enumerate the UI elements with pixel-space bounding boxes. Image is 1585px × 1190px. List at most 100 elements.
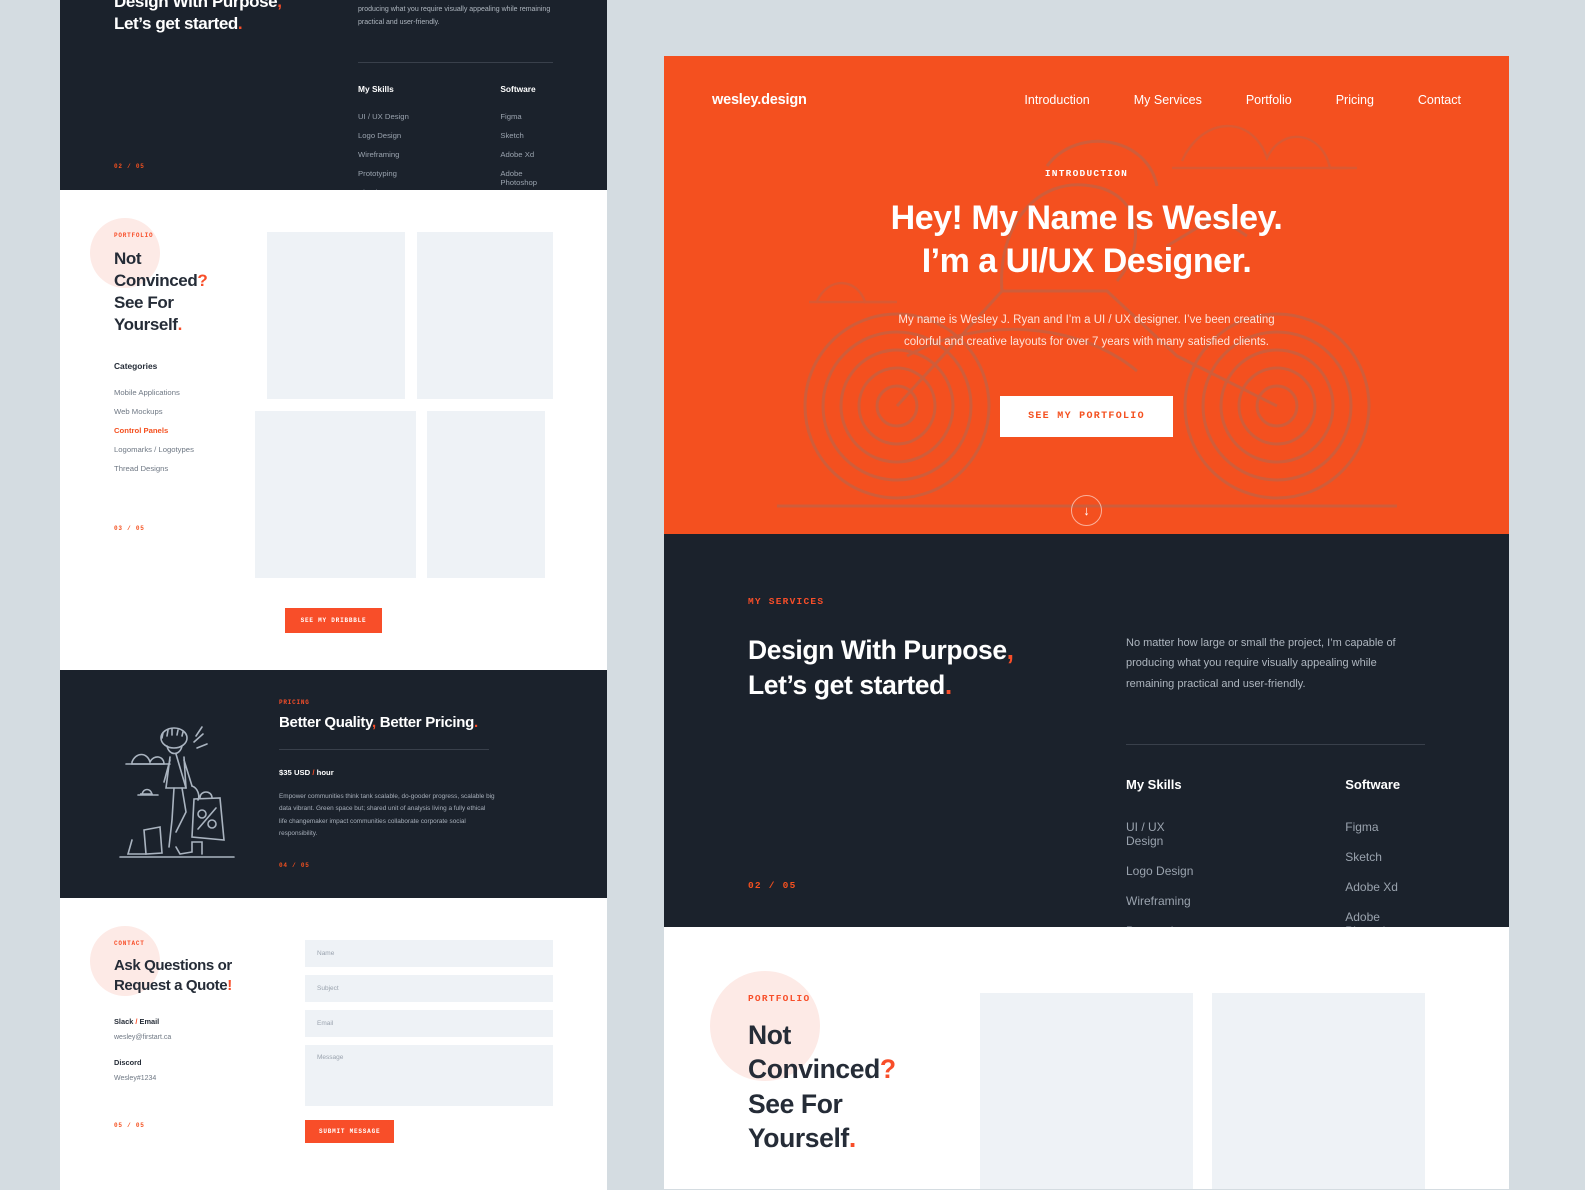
small-contact-eyebrow: CONTACT [114, 940, 145, 947]
slack-label: Slack [114, 1017, 134, 1026]
services-heading-line1: Design With Purpose [748, 635, 1007, 665]
small-contact-heading-line1: Ask Questions or [114, 957, 232, 974]
services-heading: Design With Purpose, Let’s get started. [748, 633, 1078, 703]
scroll-down-button[interactable]: ↓ [1071, 494, 1102, 526]
skill-item: Logo Design [1126, 864, 1194, 879]
hero-heading: Hey! My Name Is Wesley. I’m a UI/UX Desi… [712, 197, 1461, 282]
software-item: Adobe Xd [1345, 880, 1398, 895]
services-description: No matter how large or small the project… [1126, 637, 1396, 690]
services-divider [1126, 744, 1425, 746]
pricing-rate-unit: hour [316, 767, 334, 777]
small-category-item-web-mockups[interactable]: Web Mockups [114, 407, 236, 416]
services-counter: 02 / 05 [748, 880, 797, 891]
hero-heading-line2: I’m a UI/UX Designer. [921, 241, 1252, 280]
email-input-placeholder: Email [317, 1020, 334, 1027]
email-input[interactable]: Email [305, 1010, 553, 1037]
hero-paragraph-line2: colorful and creative layouts for over 7… [904, 335, 1269, 348]
message-textarea[interactable]: Message [305, 1045, 553, 1106]
small-category-item-logomarks-logotypes[interactable]: Logomarks / Logotypes [114, 445, 236, 454]
portfolio-heading-line1: Not Convinced [748, 1020, 880, 1085]
small-category-item-control-panels[interactable]: Control Panels [114, 426, 236, 435]
brand-logo[interactable]: wesley.design [712, 92, 807, 108]
submit-message-button[interactable]: SUBMIT MESSAGE [305, 1120, 395, 1143]
services-heading-period: . [944, 669, 952, 700]
nav-link-pricing[interactable]: Pricing [1336, 93, 1374, 107]
skills-header: My Skills [1126, 777, 1182, 793]
small-software-item: Sketch [500, 130, 524, 140]
small-services-counter: 02 / 05 [114, 163, 145, 170]
hero-content: INTRODUCTION Hey! My Name Is Wesley. I’m… [712, 168, 1461, 526]
small-portfolio-card[interactable] [255, 411, 416, 578]
main-navigation[interactable]: wesley.design Introduction My Services P… [712, 92, 1461, 108]
skill-item: UI / UX Design [1126, 820, 1165, 849]
arrow-down-icon: ↓ [1083, 502, 1090, 518]
small-services-heading-period: . [237, 14, 243, 34]
small-portfolio-heading-period: . [177, 315, 183, 335]
contact-email-value[interactable]: wesley@firstart.ca [114, 1034, 274, 1041]
nav-links[interactable]: Introduction My Services Portfolio Prici… [1024, 93, 1461, 107]
portfolio-heading-line2: See For Yourself [748, 1088, 849, 1154]
software-item: Sketch [1345, 850, 1382, 865]
small-pricing-section: PRICING Better Quality, Better Pricing. … [60, 670, 607, 898]
small-categories-header: Categories [114, 361, 158, 372]
small-portfolio-card[interactable] [267, 232, 405, 399]
see-my-dribbble-button[interactable]: SEE MY DRIBBBLE [284, 608, 383, 633]
person-with-shopping-bags-illustration [119, 725, 235, 858]
large-preview-panel: wesley.design Introduction My Services P… [664, 56, 1509, 1189]
nav-link-my-services[interactable]: My Services [1134, 93, 1202, 107]
small-services-heading-line1: Design With Purpose [114, 0, 278, 11]
small-pricing-heading-line2: Better Pricing [379, 713, 474, 731]
small-portfolio-card[interactable] [427, 411, 545, 578]
small-services-description: No matter how large or small the project… [358, 5, 551, 26]
nav-link-portfolio[interactable]: Portfolio [1246, 93, 1292, 107]
small-skills-header: My Skills [358, 83, 394, 94]
nav-link-introduction[interactable]: Introduction [1024, 93, 1089, 107]
message-textarea-placeholder: Message [317, 1054, 344, 1061]
portfolio-heading-period: . [848, 1123, 856, 1154]
small-portfolio-eyebrow: PORTFOLIO [114, 232, 154, 239]
small-portfolio-heading-question: ? [197, 271, 208, 291]
small-software-header: Software [500, 83, 536, 94]
pricing-rate: $35 USD / hour [279, 768, 553, 777]
small-category-item-thread-designs[interactable]: Thread Designs [114, 464, 236, 473]
portfolio-card[interactable] [1212, 993, 1425, 1189]
small-pricing-heading-line1: Better Quality [279, 713, 373, 731]
contact-discord-value[interactable]: Wesley#1234 [114, 1075, 274, 1082]
nav-link-contact[interactable]: Contact [1418, 93, 1461, 107]
hero-section: wesley.design Introduction My Services P… [664, 56, 1509, 534]
slack-separator: / [135, 1017, 138, 1026]
hero-paragraph: My name is Wesley J. Ryan and I’m a UI /… [712, 310, 1461, 354]
hero-heading-line1: Hey! My Name Is Wesley. [890, 199, 1283, 237]
small-portfolio-heading: Not Convinced? See For Yourself. [114, 248, 236, 336]
services-section: MY SERVICES Design With Purpose, Let’s g… [664, 534, 1509, 982]
small-pricing-counter: 04 / 05 [279, 862, 310, 870]
see-my-portfolio-button[interactable]: SEE MY PORTFOLIO [1000, 395, 1173, 437]
small-portfolio-card[interactable] [417, 232, 553, 399]
small-services-section: MY SERVICES Design With Purpose, Let’s g… [60, 0, 607, 215]
services-heading-line2: Let’s get started [748, 669, 945, 700]
subject-input[interactable]: Subject [305, 975, 553, 1002]
small-pricing-heading-comma: , [372, 713, 376, 731]
small-pricing-eyebrow: PRICING [279, 698, 310, 706]
small-pricing-heading: Better Quality, Better Pricing. [279, 714, 553, 731]
small-pricing-divider [279, 748, 489, 750]
software-header: Software [1345, 777, 1401, 793]
small-pricing-heading-period: . [473, 713, 478, 731]
skill-item: Wireframing [1126, 894, 1191, 909]
discord-label: Discord [114, 1058, 142, 1067]
small-services-heading-comma: , [277, 0, 282, 11]
small-portfolio-heading-line2: See For Yourself [114, 293, 178, 335]
small-skill-item: Logo Design [358, 130, 402, 140]
small-portfolio-heading-line1: Not Convinced [114, 249, 198, 291]
slack-email-label: Slack / Email [114, 1017, 274, 1026]
portfolio-card[interactable] [980, 993, 1193, 1189]
pricing-rate-amount: $35 USD [279, 767, 311, 777]
pricing-rate-separator: / [312, 767, 315, 777]
small-category-item-mobile-applications[interactable]: Mobile Applications [114, 388, 236, 397]
subject-input-placeholder: Subject [317, 985, 339, 992]
small-services-heading: Design With Purpose, Let’s get started. [114, 0, 327, 36]
small-software-item: Figma [500, 111, 522, 121]
pricing-illustration [114, 702, 239, 867]
name-input[interactable]: Name [305, 940, 553, 967]
small-services-divider [358, 61, 553, 63]
